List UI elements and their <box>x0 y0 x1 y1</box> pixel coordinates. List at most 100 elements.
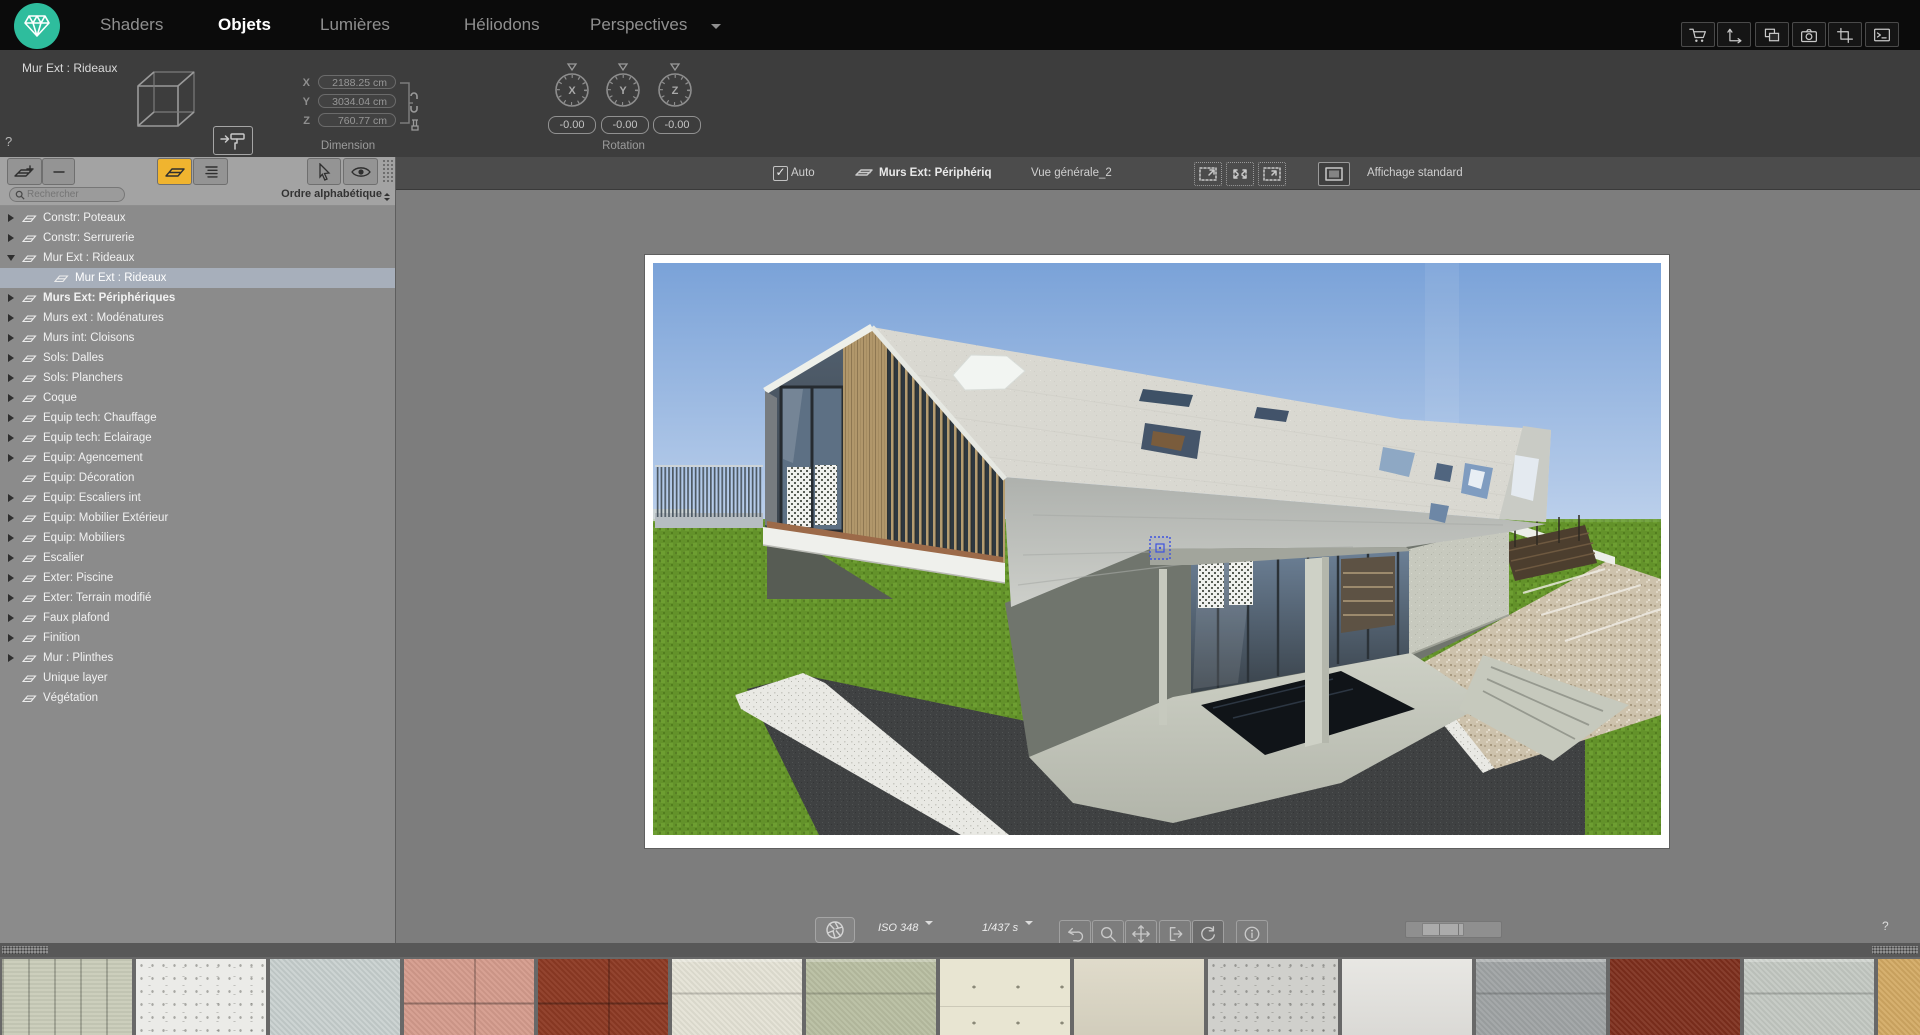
texture-thumbnail-sand[interactable] <box>1878 959 1920 1035</box>
move-axes-button[interactable] <box>1717 22 1751 47</box>
proportions-link-icon[interactable] <box>398 76 420 134</box>
expand-triangle-icon[interactable] <box>8 594 18 602</box>
rotation-z-value[interactable]: -0.00 <box>653 116 701 134</box>
layer-row[interactable]: Equip tech: Eclairage <box>0 428 395 448</box>
tab-lumieres[interactable]: Lumières <box>320 15 390 35</box>
layer-row[interactable]: Mur Ext : Rideaux <box>0 248 395 268</box>
layer-row[interactable]: Equip: Escaliers int <box>0 488 395 508</box>
list-view-button[interactable] <box>193 158 228 185</box>
expand-triangle-icon[interactable] <box>8 514 18 522</box>
expand-triangle-icon[interactable] <box>8 534 18 542</box>
expand-triangle-icon[interactable] <box>8 414 18 422</box>
expand-triangle-icon[interactable] <box>8 234 18 242</box>
layer-row[interactable]: Murs ext : Modénatures <box>0 308 395 328</box>
slider-handle[interactable] <box>1422 923 1464 936</box>
sort-arrows-icon[interactable] <box>384 190 390 204</box>
layer-row[interactable]: Equip: Agencement <box>0 448 395 468</box>
perspectives-dropdown-caret[interactable] <box>711 24 721 34</box>
layer-row[interactable]: Murs int: Cloisons <box>0 328 395 348</box>
texture-thumbnail-grey-jointed[interactable] <box>1476 959 1606 1035</box>
current-layer-name[interactable]: Murs Ext: Périphériq <box>879 167 991 179</box>
select-tool-button[interactable] <box>307 158 341 185</box>
tab-heliodons[interactable]: Héliodons <box>464 15 540 35</box>
expand-triangle-icon[interactable] <box>8 314 18 322</box>
layer-row[interactable]: Unique layer <box>0 668 395 688</box>
texture-thumbnail-beige-smooth[interactable] <box>1074 959 1204 1035</box>
current-view-name[interactable]: Vue générale_2 <box>1031 167 1112 179</box>
texture-thumbnail-salmon-panels[interactable] <box>404 959 534 1035</box>
render-frame[interactable] <box>644 254 1670 849</box>
layer-row[interactable]: Sols: Dalles <box>0 348 395 368</box>
sort-order-label[interactable]: Ordre alphabétique <box>0 188 382 200</box>
dimension-y-field[interactable]: 3034.04 cm <box>318 94 396 108</box>
texture-thumbnail-white-speckled[interactable] <box>136 959 266 1035</box>
texture-thumbnail-grey-green-jointed[interactable] <box>1744 959 1874 1035</box>
apply-material-button[interactable] <box>213 126 253 155</box>
texture-thumbnail-sage-panels[interactable] <box>806 959 936 1035</box>
texture-thumbnail-rust-panels[interactable] <box>538 959 668 1035</box>
expand-triangle-icon[interactable] <box>8 354 18 362</box>
display-mode-button[interactable] <box>1318 162 1350 186</box>
snapshot-button[interactable] <box>1792 22 1826 47</box>
render-region-button[interactable] <box>1194 162 1222 186</box>
exposure-button[interactable] <box>815 917 855 943</box>
layer-row[interactable]: Constr: Poteaux <box>0 208 395 228</box>
texture-thumbnail-concrete-planks[interactable] <box>2 959 132 1035</box>
texture-thumbnail-off-white[interactable] <box>1342 959 1472 1035</box>
expand-triangle-icon[interactable] <box>8 334 18 342</box>
texture-thumbnail-marble-grey[interactable] <box>1208 959 1338 1035</box>
tab-perspectives[interactable]: Perspectives <box>590 15 687 35</box>
console-button[interactable] <box>1865 22 1899 47</box>
duplicate-view-button[interactable] <box>1755 22 1789 47</box>
expand-triangle-icon[interactable] <box>8 434 18 442</box>
layer-row[interactable]: Mur Ext : Rideaux <box>0 268 395 288</box>
layer-row[interactable]: Végétation <box>0 688 395 708</box>
expand-triangle-icon[interactable] <box>8 654 18 662</box>
crop-render-button[interactable] <box>1828 22 1862 47</box>
drawer-resize-grip-left[interactable] <box>2 946 48 954</box>
layer-row[interactable]: Faux plafond <box>0 608 395 628</box>
layer-row[interactable]: Mur : Plinthes <box>0 648 395 668</box>
layer-row[interactable]: Equip tech: Chauffage <box>0 408 395 428</box>
dimension-z-field[interactable]: 760.77 cm <box>318 113 396 127</box>
expand-triangle-icon[interactable] <box>8 454 18 462</box>
layer-row[interactable]: Equip: Mobiliers <box>0 528 395 548</box>
expand-triangle-icon[interactable] <box>8 294 18 302</box>
layer-row[interactable]: Escalier <box>0 548 395 568</box>
tab-objets[interactable]: Objets <box>218 15 271 35</box>
panel-resize-grip[interactable] <box>382 159 395 182</box>
add-layer-button[interactable] <box>7 158 42 185</box>
cart-button[interactable] <box>1681 22 1715 47</box>
texture-thumbnail-rust-speckled[interactable] <box>1610 959 1740 1035</box>
expand-triangle-icon[interactable] <box>8 494 18 502</box>
viewport-help-link[interactable]: ? <box>1882 919 1889 933</box>
expand-triangle-icon[interactable] <box>8 554 18 562</box>
auto-checkbox[interactable]: ✓ <box>773 166 788 181</box>
expand-triangle-icon[interactable] <box>8 614 18 622</box>
texture-thumbnail-cream-bolted[interactable] <box>940 959 1070 1035</box>
layer-row[interactable]: Equip: Mobilier Extérieur <box>0 508 395 528</box>
visibility-button[interactable] <box>343 158 378 185</box>
drawer-resize-grip-right[interactable] <box>1872 946 1918 954</box>
expand-triangle-icon[interactable] <box>8 634 18 642</box>
render-3d-scene[interactable] <box>653 263 1661 835</box>
layer-row[interactable]: Finition <box>0 628 395 648</box>
app-logo[interactable] <box>14 3 60 49</box>
layers-view-button[interactable] <box>157 158 192 185</box>
expand-triangle-icon[interactable] <box>8 214 18 222</box>
shutter-value[interactable]: 1/437 s <box>982 921 1033 934</box>
rotation-dial-z[interactable]: Z <box>653 62 697 112</box>
texture-thumbnail-cream-panels[interactable] <box>672 959 802 1035</box>
rotation-x-value[interactable]: -0.00 <box>548 116 596 134</box>
dimension-x-field[interactable]: 2188.25 cm <box>318 75 396 89</box>
remove-layer-button[interactable] <box>42 158 75 185</box>
rotation-dial-y[interactable]: Y <box>601 62 645 112</box>
layer-row[interactable]: Exter: Piscine <box>0 568 395 588</box>
fit-view-button[interactable] <box>1226 162 1254 186</box>
rotation-y-value[interactable]: -0.00 <box>601 116 649 134</box>
rotation-dial-x[interactable]: X <box>550 62 594 112</box>
layer-row[interactable]: Exter: Terrain modifié <box>0 588 395 608</box>
tab-shaders[interactable]: Shaders <box>100 15 163 35</box>
resize-render-button[interactable] <box>1258 162 1286 186</box>
expand-triangle-icon[interactable] <box>8 374 18 382</box>
